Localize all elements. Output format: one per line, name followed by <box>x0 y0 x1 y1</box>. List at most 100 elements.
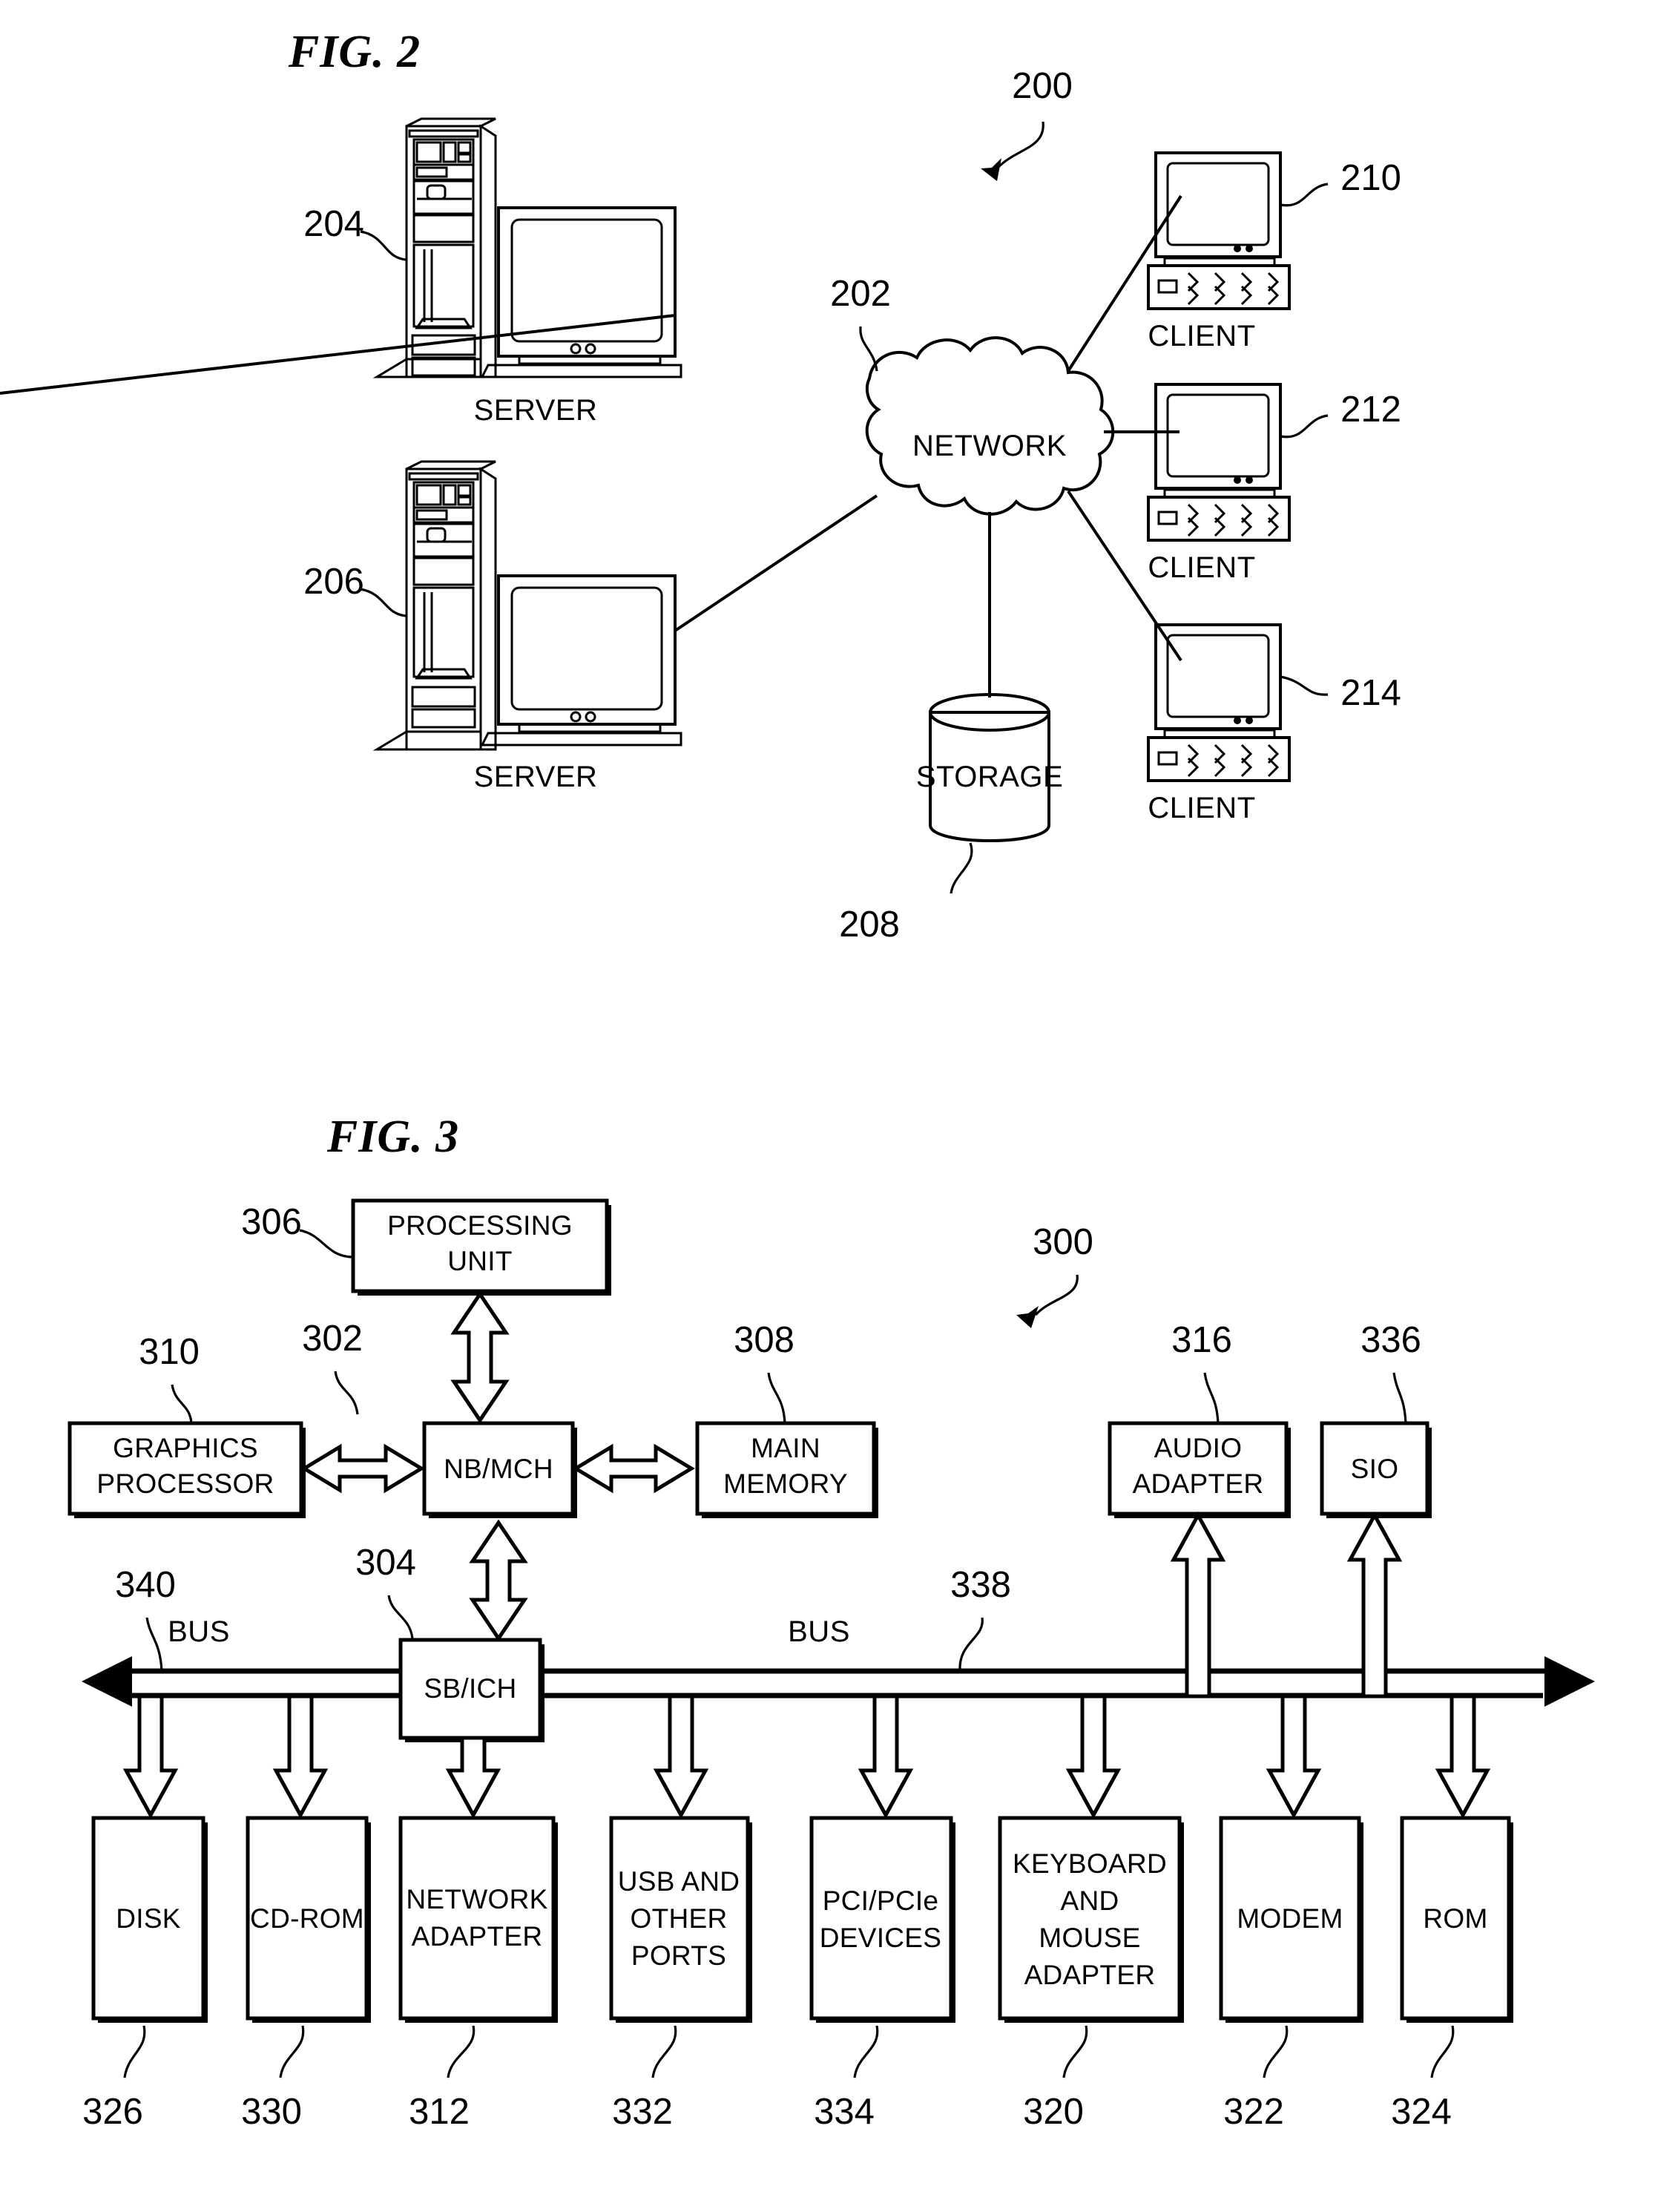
arrow-bus-pci-devices <box>858 1694 914 1819</box>
keyboard-mouse-label-line1: KEYBOARD <box>1013 1848 1167 1879</box>
storage-cylinder: STORAGE <box>916 693 1063 842</box>
box-network-adapter: NETWORK ADAPTER <box>398 1816 558 2023</box>
box-cdrom: CD-ROM <box>246 1816 371 2023</box>
box-usb-ports: USB AND OTHER PORTS <box>609 1816 752 2023</box>
modem-label: MODEM <box>1237 1903 1343 1934</box>
box-disk: DISK <box>91 1816 208 2023</box>
arrow-bus-keyboard-mouse <box>1065 1694 1122 1819</box>
arrow-bus-usb-ports <box>653 1694 709 1819</box>
bus-right-arrowhead <box>1544 1656 1595 1707</box>
audio-adapter-ref-leader <box>1203 1372 1220 1424</box>
usb-ports-ref: 332 <box>612 2092 673 2132</box>
keyboard-mouse-label-line2: AND <box>1060 1886 1119 1916</box>
bus-right-label: BUS <box>788 1615 850 1648</box>
network-adapter-label-line1: NETWORK <box>406 1884 547 1914</box>
box-modem: MODEM <box>1219 1816 1363 2023</box>
rom-label: ROM <box>1423 1903 1487 1934</box>
storage-ref: 208 <box>839 905 900 945</box>
nb-mch-label: NB/MCH <box>444 1454 553 1484</box>
sio-ref-leader <box>1392 1372 1407 1424</box>
processing-unit-ref: 306 <box>241 1202 302 1242</box>
pci-devices-ref-leader <box>853 2025 879 2078</box>
client-212-ref-leader <box>1280 414 1329 439</box>
box-sb-ich: SB/ICH <box>398 1638 544 1742</box>
main-memory-ref: 308 <box>734 1320 794 1360</box>
network-ref-leader <box>859 326 878 372</box>
fig2-title: FIG. 2 <box>288 27 421 77</box>
keyboard-mouse-label-line3: MOUSE <box>1039 1923 1140 1953</box>
fig3-system-ref-arrowhead <box>1016 1306 1039 1328</box>
pci-devices-ref: 334 <box>814 2092 875 2132</box>
audio-adapter-label-line2: ADAPTER <box>1133 1468 1264 1499</box>
fig3-system-ref-leader <box>1034 1274 1079 1316</box>
pci-devices-label-line1: PCI/PCIe <box>823 1886 939 1916</box>
modem-ref-leader <box>1263 2025 1289 2078</box>
sio-label: SIO <box>1351 1454 1399 1484</box>
arrow-bus-rom <box>1435 1694 1491 1819</box>
fig2-system-ref: 200 <box>1012 66 1073 106</box>
client-214-ref-leader <box>1280 675 1329 696</box>
fig3-system-ref: 300 <box>1033 1222 1093 1262</box>
graphics-processor-label-line1: GRAPHICS <box>113 1433 258 1463</box>
main-memory-ref-leader <box>767 1372 786 1424</box>
processing-unit-ref-leader <box>299 1229 354 1258</box>
arrow-gpu-nbmch <box>300 1443 425 1494</box>
server-206-ref-leader <box>360 588 407 617</box>
disk-label: DISK <box>116 1903 181 1934</box>
processing-unit-label-line1: PROCESSING <box>387 1210 573 1241</box>
box-graphics-processor: GRAPHICS PROCESSOR <box>68 1421 306 1518</box>
client-210-label: CLIENT <box>1148 320 1255 352</box>
server-206-ref: 206 <box>303 562 364 602</box>
bus-left-label: BUS <box>168 1615 230 1648</box>
arrow-sbich-network-adapter <box>445 1736 501 1819</box>
usb-ports-label-line2: OTHER <box>631 1903 728 1934</box>
arrow-bus-disk <box>122 1694 179 1819</box>
main-memory-label-line1: MAIN <box>751 1433 820 1463</box>
usb-ports-label-line3: PORTS <box>631 1940 726 1971</box>
rom-ref: 324 <box>1391 2092 1452 2132</box>
box-rom: ROM <box>1400 1816 1513 2023</box>
client-214: CLIENT <box>1147 623 1291 824</box>
rom-ref-leader <box>1430 2025 1455 2078</box>
cdrom-label: CD-ROM <box>250 1903 364 1934</box>
box-keyboard-mouse: KEYBOARD AND MOUSE ADAPTER <box>998 1816 1184 2023</box>
graphics-processor-label-line2: PROCESSOR <box>96 1468 274 1499</box>
arrow-bus-modem <box>1266 1694 1322 1819</box>
drawing-canvas: FIG. 2 200 NETWORK 202 SERVER 204 SERVER… <box>0 27 1595 2132</box>
keyboard-mouse-label-line4: ADAPTER <box>1024 1960 1156 1990</box>
disk-ref: 326 <box>82 2092 143 2132</box>
processing-unit-label-line2: UNIT <box>447 1246 513 1276</box>
client-214-label: CLIENT <box>1148 792 1255 824</box>
box-sio: SIO <box>1320 1421 1432 1518</box>
sbich-ref-leader <box>387 1595 414 1639</box>
bus-right-ref: 338 <box>950 1565 1011 1605</box>
modem-ref: 322 <box>1223 2092 1284 2132</box>
fig3-title: FIG. 3 <box>326 1112 459 1162</box>
storage-ref-leader <box>950 842 973 894</box>
keyboard-mouse-ref: 320 <box>1023 2092 1084 2132</box>
sio-ref: 336 <box>1361 1320 1421 1360</box>
server-204-ref-leader <box>360 230 407 261</box>
bus-left-arrowhead <box>82 1656 132 1707</box>
nbmch-ref: 302 <box>302 1319 363 1359</box>
usb-ports-ref-leader <box>651 2025 677 2078</box>
client-214-ref: 214 <box>1340 673 1401 713</box>
disk-ref-leader <box>123 2025 146 2078</box>
client-210: CLIENT <box>1147 151 1291 352</box>
server-204-ref: 204 <box>303 204 364 244</box>
usb-ports-label-line1: USB AND <box>618 1866 740 1897</box>
box-audio-adapter: AUDIO ADAPTER <box>1108 1421 1291 1518</box>
client-212: CLIENT <box>1147 383 1291 584</box>
bus-right-ref-leader <box>958 1617 984 1672</box>
cdrom-ref-leader <box>279 2025 305 2078</box>
server-206-label: SERVER <box>474 761 598 793</box>
arrow-nbmch-sbich <box>469 1519 528 1642</box>
network-ref: 202 <box>830 274 891 314</box>
arrow-nbmch-mainmemory <box>572 1443 695 1494</box>
server-206: SERVER <box>372 460 682 793</box>
sbich-ref: 304 <box>355 1543 416 1583</box>
audio-adapter-label-line1: AUDIO <box>1154 1433 1243 1463</box>
patent-drawing-sheet: FIG. 2 200 NETWORK 202 SERVER 204 SERVER… <box>0 0 1678 2212</box>
link-server206-network <box>674 494 878 632</box>
arrow-bus-cdrom <box>272 1694 329 1819</box>
